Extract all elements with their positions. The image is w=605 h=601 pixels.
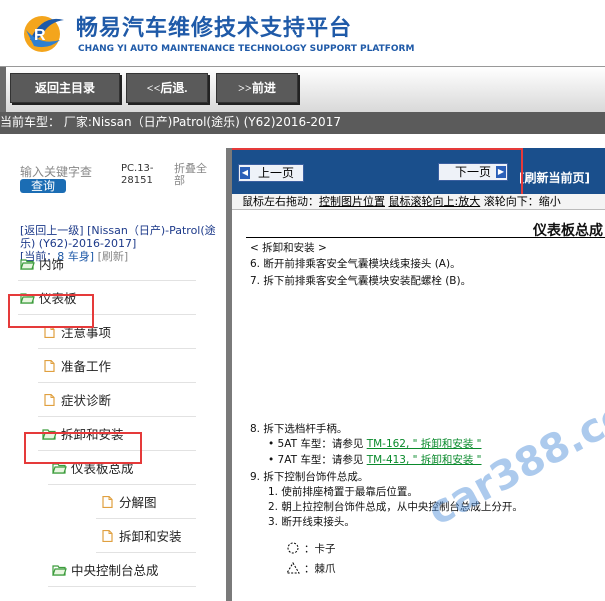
current-model-bar: 当前车型： 厂家:Nissan（日产)Patrol(途乐) (Y62)2016-… bbox=[0, 112, 605, 134]
hint-prefix: 鼠标左右拖动： bbox=[242, 195, 319, 208]
pc-code: PC.13-28151 bbox=[121, 163, 154, 186]
doc-step-6: 6. 断开前排乘客安全气囊模块线束接头 (A)。 bbox=[250, 258, 461, 270]
document-page[interactable]: 仪表板总成 < 拆卸和安装 > 6. 断开前排乘客安全气囊模块线束接头 (A)。… bbox=[246, 210, 605, 601]
tree-item-label: 中央控制台总成 bbox=[71, 563, 159, 578]
tree-separator bbox=[38, 416, 196, 417]
sidebar: 输入关键字查 查询 PC.13-28151 折叠全部 [返回上一级] [Niss… bbox=[0, 148, 226, 601]
platform-title: 畅易汽车维修技术支持平台 bbox=[76, 16, 353, 41]
navbar-edge bbox=[0, 67, 6, 113]
query-button[interactable]: 查询 bbox=[20, 179, 66, 193]
refresh-page-button[interactable]: [刷新当前页] bbox=[519, 169, 590, 186]
doc-section: < 拆卸和安装 > bbox=[250, 242, 327, 254]
hint-zoom-in: 鼠标滚轮向上:放大 bbox=[388, 195, 481, 208]
pawl-symbol-icon bbox=[286, 562, 300, 574]
site-header: R 畅易汽车维修技术支持平台 CHANG YI AUTO MAINTENANCE… bbox=[0, 0, 605, 66]
viewer-hint-bar: 鼠标左右拖动：控制图片位置 鼠标滚轮向上:放大 滚轮向下：缩小 bbox=[232, 194, 605, 210]
highlight-box-paging bbox=[232, 148, 523, 196]
highlight-box-remove-install bbox=[24, 432, 142, 464]
document-viewer: ◀ 上一页 下一页 ▶ [刷新当前页] 鼠标左右拖动：控制图片位置 鼠标滚轮向上… bbox=[232, 148, 605, 601]
tree-separator bbox=[96, 518, 196, 519]
doc-step-9: 9. 拆下控制台饰件总成。 bbox=[250, 471, 369, 483]
tree-item-label: 分解图 bbox=[119, 495, 157, 510]
tree-item[interactable]: 症状诊断 bbox=[42, 387, 111, 415]
svg-text:R: R bbox=[34, 27, 46, 44]
tree-item-label: 准备工作 bbox=[61, 359, 112, 374]
document-icon bbox=[102, 496, 113, 508]
doc-step-8a: • 5AT 车型：请参见 TM-162, " 拆卸和安装 " bbox=[268, 436, 482, 451]
tree-item[interactable]: 分解图 bbox=[100, 489, 157, 517]
doc-title-rule bbox=[246, 237, 605, 238]
folder-open-icon bbox=[20, 259, 35, 270]
fold-all-button[interactable]: 折叠全部 bbox=[174, 163, 214, 187]
tree-separator bbox=[18, 280, 196, 281]
tree-separator bbox=[48, 586, 196, 587]
tree-separator bbox=[38, 348, 196, 349]
spacer bbox=[0, 134, 605, 148]
clip-symbol-icon bbox=[287, 542, 299, 554]
tree-item[interactable]: 准备工作 bbox=[42, 353, 111, 381]
tm162-link[interactable]: TM-162, " 拆卸和安装 " bbox=[367, 438, 482, 450]
tree-item-label: 拆卸和安装 bbox=[119, 529, 182, 544]
document-icon bbox=[102, 530, 113, 542]
viewer-toolbar: ◀ 上一页 下一页 ▶ [刷新当前页] bbox=[232, 148, 605, 196]
cy-logo-icon: R bbox=[24, 16, 64, 52]
doc-step-9-1: 1. 使前排座椅置于最靠后位置。 bbox=[268, 486, 418, 498]
doc-step-7: 7. 拆下前排乘客安全气囊模块安装配螺栓 (B)。 bbox=[250, 275, 472, 287]
legend-pawl-label: ：棘爪 bbox=[304, 563, 336, 575]
crumb-back-link[interactable]: [返回上一级] bbox=[20, 224, 84, 237]
tree-item[interactable]: 内饰 bbox=[20, 251, 64, 279]
legend-pawl: ：棘爪 bbox=[286, 561, 336, 576]
step8b-text: • 7AT 车型：请参见 bbox=[268, 454, 364, 466]
step8a-text: • 5AT 车型：请参见 bbox=[268, 438, 364, 450]
tree-item-label: 症状诊断 bbox=[61, 393, 112, 408]
hint-drag: 控制图片位置 bbox=[319, 195, 385, 208]
legend-clip: ：卡子 bbox=[286, 541, 336, 556]
tree-separator bbox=[48, 484, 196, 485]
tree-separator bbox=[38, 382, 196, 383]
hint-zoom-out: 滚轮向下：缩小 bbox=[483, 195, 561, 208]
crumb-refresh-link[interactable]: [刷新] bbox=[98, 250, 129, 263]
folder-open-icon bbox=[52, 565, 67, 576]
forward-button[interactable]: >>前进 bbox=[216, 73, 298, 103]
document-icon bbox=[44, 360, 55, 372]
tree-item-label: 内饰 bbox=[39, 257, 65, 272]
doc-step-8: 8. 拆下选档杆手柄。 bbox=[250, 423, 348, 435]
back-button[interactable]: <<后退. bbox=[126, 73, 208, 103]
tree-separator bbox=[96, 552, 196, 553]
highlight-box-instrument-panel bbox=[8, 294, 94, 328]
search-input[interactable]: 输入关键字查 bbox=[20, 165, 112, 180]
home-button[interactable]: 返回主目录 bbox=[10, 73, 120, 103]
platform-subtitle: CHANG YI AUTO MAINTENANCE TECHNOLOGY SUP… bbox=[78, 44, 415, 54]
doc-step-9-3: 3. 断开线束接头。 bbox=[268, 516, 355, 528]
doc-step-8b: • 7AT 车型：请参见 TM-413, " 拆卸和安装 " bbox=[268, 452, 482, 467]
tm413-link[interactable]: TM-413, " 拆卸和安装 " bbox=[367, 454, 482, 466]
tree-item[interactable]: 拆卸和安装 bbox=[100, 523, 182, 551]
document-icon bbox=[44, 394, 55, 406]
tree-item[interactable]: 中央控制台总成 bbox=[52, 557, 159, 585]
top-navbar: 返回主目录 <<后退. >>前进 bbox=[0, 66, 605, 113]
legend-clip-label: ：卡子 bbox=[304, 543, 336, 555]
